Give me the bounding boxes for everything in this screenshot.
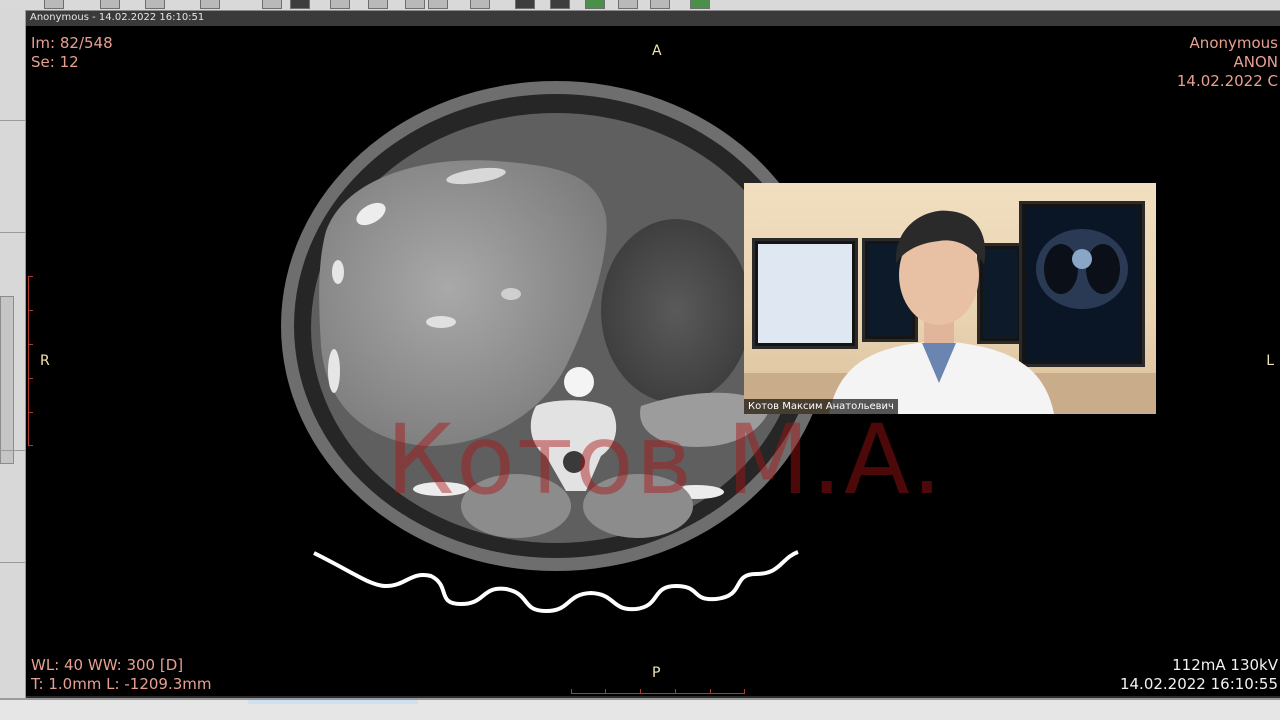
- toolbar-button[interactable]: [470, 0, 490, 9]
- toolbar-button[interactable]: [405, 0, 425, 9]
- orientation-left: L: [1266, 353, 1274, 369]
- toolbar-button[interactable]: [515, 0, 535, 9]
- presenter: [829, 210, 1054, 414]
- stomach: [601, 219, 751, 403]
- toolbar-button[interactable]: [428, 0, 448, 9]
- divider: [0, 120, 25, 121]
- toolbar-button[interactable]: [618, 0, 638, 9]
- horizontal-scale-ruler: [571, 688, 745, 694]
- liver-vessel: [501, 288, 521, 300]
- toolbar-button[interactable]: [290, 0, 310, 9]
- divider: [0, 562, 25, 563]
- taskbar-highlight: [248, 700, 418, 704]
- acquisition-params: 112mA 130kV: [1172, 656, 1278, 674]
- toolbar-button[interactable]: [650, 0, 670, 9]
- dicom-viewer-app: Anonymous - 14.02.2022 16:10:51 Котов М.…: [0, 0, 1280, 720]
- rib: [332, 260, 344, 284]
- status-bar: [0, 698, 1280, 720]
- viewport-title: Anonymous - 14.02.2022 16:10:51: [30, 12, 205, 23]
- aorta: [564, 367, 594, 397]
- orientation-anterior: A: [652, 43, 662, 59]
- toolbar-button[interactable]: [690, 0, 710, 9]
- patient-id: ANON: [1233, 53, 1278, 71]
- viewport-header: Anonymous - 14.02.2022 16:10:51: [26, 11, 1280, 26]
- webcam-video[interactable]: Котов Максим Анатольевич: [744, 183, 1156, 414]
- toolbar-button[interactable]: [262, 0, 282, 9]
- toolbar-button[interactable]: [585, 0, 605, 9]
- watermark-text: Котов М.А.: [386, 404, 945, 516]
- image-index: Im: 82/548: [31, 34, 113, 52]
- toolbar-button[interactable]: [330, 0, 350, 9]
- acquisition-datetime: 14.02.2022 16:10:55: [1119, 675, 1278, 693]
- window-level: WL: 40 WW: 300 [D]: [31, 656, 184, 674]
- study-date: 14.02.2022 C: [1176, 72, 1278, 90]
- slice-thickness-location: T: 1.0mm L: -1209.3mm: [31, 675, 212, 693]
- toolbar-button[interactable]: [44, 0, 64, 9]
- liver-vessel: [426, 316, 456, 328]
- series-number: Se: 12: [31, 53, 79, 71]
- rib: [328, 349, 340, 393]
- image-viewport[interactable]: Котов М.А. Im: 82/548 Se: 12 Anonymous A…: [26, 26, 1280, 696]
- divider: [0, 232, 25, 233]
- vertical-scale-ruler: [28, 276, 33, 446]
- orientation-right: R: [40, 353, 50, 369]
- toolbar-button[interactable]: [550, 0, 570, 9]
- orientation-posterior: P: [652, 665, 661, 681]
- toolbar-button[interactable]: [145, 0, 165, 9]
- toolbar-button[interactable]: [200, 0, 220, 9]
- participant-name-label: Котов Максим Анатольевич: [744, 399, 898, 414]
- divider: [0, 450, 25, 451]
- patient-name: Anonymous: [1189, 34, 1278, 52]
- toolbar: [0, 0, 1280, 11]
- toolbar-button[interactable]: [100, 0, 120, 9]
- panel-resize-handle[interactable]: [0, 296, 14, 464]
- left-panel-strip: [0, 10, 26, 700]
- toolbar-button[interactable]: [368, 0, 388, 9]
